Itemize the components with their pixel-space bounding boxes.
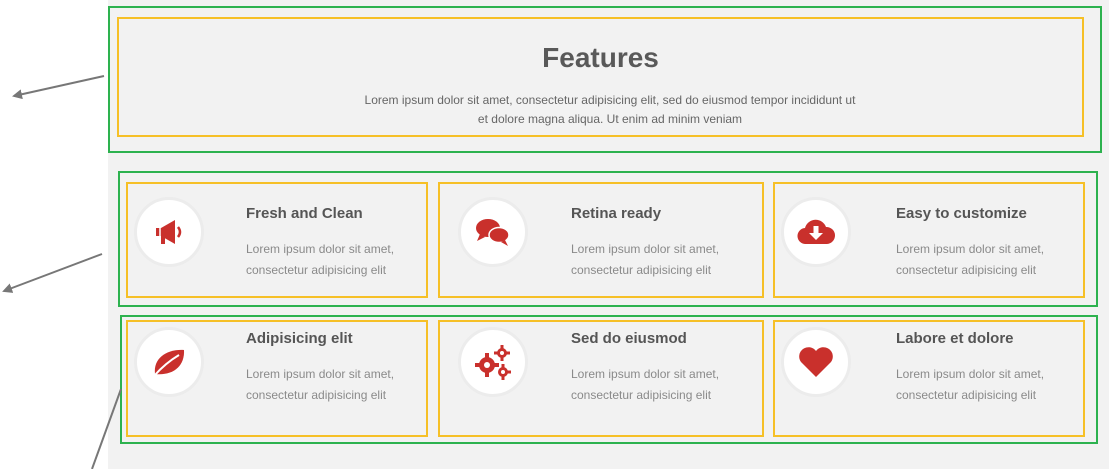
feature-card-fresh-and-clean: Fresh and Clean Lorem ipsum dolor sit am… [126, 182, 428, 298]
icon-circle [134, 327, 204, 397]
icon-circle [781, 197, 851, 267]
card-description-line-2: consectetur adipisicing elit [246, 263, 387, 277]
leaf-icon [153, 349, 185, 377]
features-description-line-2: et dolore magna aliqua. Ut enim ad minim… [477, 112, 743, 126]
heart-icon [799, 347, 833, 377]
card-description: Lorem ipsum dolor sit amet, consectetur … [896, 239, 1086, 281]
card-description: Lorem ipsum dolor sit amet, consectetur … [571, 364, 761, 406]
feature-card-labore-et-dolore: Labore et dolore Lorem ipsum dolor sit a… [773, 320, 1085, 437]
feature-card-retina-ready: Retina ready Lorem ipsum dolor sit amet,… [438, 182, 764, 298]
megaphone-icon [156, 220, 182, 244]
card-title: Fresh and Clean [246, 205, 363, 222]
card-description-line-1: Lorem ipsum dolor sit amet, [896, 242, 1045, 256]
card-description: Lorem ipsum dolor sit amet, consectetur … [246, 364, 436, 406]
arrow-features [12, 75, 105, 100]
card-description: Lorem ipsum dolor sit amet, consectetur … [896, 364, 1086, 406]
card-description-line-2: consectetur adipisicing elit [896, 388, 1037, 402]
card-title: Sed do eiusmod [571, 330, 687, 347]
card-description-line-2: consectetur adipisicing elit [571, 263, 712, 277]
card-description: Lorem ipsum dolor sit amet, consectetur … [246, 239, 436, 281]
icon-circle [458, 197, 528, 267]
features-description: Lorem ipsum dolor sit amet, consectetur … [300, 91, 920, 129]
card-title: Retina ready [571, 205, 662, 222]
icon-circle [458, 327, 528, 397]
card-description-line-1: Lorem ipsum dolor sit amet, [571, 367, 720, 381]
features-title: Features [542, 42, 659, 73]
card-title: Easy to customize [896, 205, 1027, 222]
card-description-line-1: Lorem ipsum dolor sit amet, [246, 242, 395, 256]
arrow-row-1 [2, 253, 103, 293]
feature-card-sed-do-eiusmod: Sed do eiusmod Lorem ipsum dolor sit ame… [438, 320, 764, 437]
icon-circle [134, 197, 204, 267]
icon-circle [781, 327, 851, 397]
card-description-line-1: Lorem ipsum dolor sit amet, [246, 367, 395, 381]
card-description-line-2: consectetur adipisicing elit [571, 388, 712, 402]
card-title: Labore et dolore [896, 330, 1014, 347]
chat-bubbles-icon [476, 219, 510, 246]
card-description: Lorem ipsum dolor sit amet, consectetur … [571, 239, 761, 281]
gears-icon [475, 345, 511, 380]
card-description-line-1: Lorem ipsum dolor sit amet, [571, 242, 720, 256]
card-description-line-1: Lorem ipsum dolor sit amet, [896, 367, 1045, 381]
feature-card-easy-to-customize: Easy to customize Lorem ipsum dolor sit … [773, 182, 1085, 298]
feature-card-adipisicing-elit: Adipisicing elit Lorem ipsum dolor sit a… [126, 320, 428, 437]
cloud-download-icon [797, 219, 836, 245]
features-description-line-1: Lorem ipsum dolor sit amet, consectetur … [364, 93, 856, 107]
card-title: Adipisicing elit [246, 330, 353, 347]
card-description-line-2: consectetur adipisicing elit [246, 388, 387, 402]
card-description-line-2: consectetur adipisicing elit [896, 263, 1037, 277]
